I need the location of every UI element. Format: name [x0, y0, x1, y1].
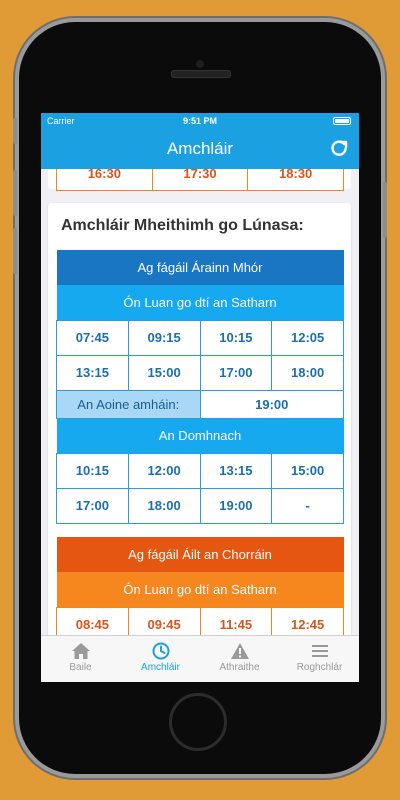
- home-button[interactable]: [169, 693, 227, 751]
- tab-bar: Baile Amchláir Athraithe Roghchlár: [41, 635, 359, 682]
- silent-switch: [13, 118, 17, 144]
- aran-sunday-label: An Domhnach: [56, 418, 344, 453]
- front-camera: [196, 60, 204, 68]
- time-cell: 09:45: [127, 606, 201, 635]
- time-cell: 15:00: [271, 452, 344, 489]
- time-cell: 18:00: [127, 487, 201, 524]
- battery-icon: [333, 117, 351, 125]
- clock-icon: [152, 642, 169, 660]
- time-cell: 18:00: [271, 354, 344, 391]
- home-icon: [71, 643, 90, 659]
- menu-icon: [311, 645, 328, 657]
- volume-down-button: [13, 228, 17, 274]
- time-cell: 16:30: [56, 169, 153, 191]
- burtonport-departures-table: Ag fágáil Áilt an Chorráin Ón Luan go dt…: [56, 537, 344, 635]
- time-cell: 17:00: [199, 354, 273, 391]
- time-cell: 17:30: [151, 169, 249, 191]
- time-cell: -: [271, 487, 344, 524]
- tab-amchlair[interactable]: Amchláir: [121, 636, 200, 682]
- time-cell: 19:00: [199, 487, 273, 524]
- volume-up-button: [13, 170, 17, 216]
- tab-athraithe[interactable]: Athraithe: [200, 636, 279, 682]
- time-cell: 11:45: [199, 606, 273, 635]
- time-cell: 10:15: [199, 319, 273, 356]
- aran-header: Ag fágáil Árainn Mhór: [56, 250, 344, 285]
- time-cell: 12:05: [271, 319, 344, 356]
- tab-label: Roghchlár: [296, 662, 343, 673]
- friday-label: An Aoine amháin:: [56, 389, 201, 419]
- previous-schedule-card: 16:30 17:30 18:30: [48, 169, 351, 191]
- burtonport-weekdays-label: Ón Luan go dtí an Satharn: [56, 572, 344, 607]
- tab-roghchlar[interactable]: Roghchlár: [280, 636, 359, 682]
- power-button: [383, 182, 387, 238]
- time-cell: 17:00: [56, 487, 129, 524]
- time-cell: 13:15: [56, 354, 129, 391]
- time-cell: 12:00: [127, 452, 201, 489]
- page-title: Amchláir: [166, 139, 234, 158]
- previous-times-table: 16:30 17:30 18:30: [56, 169, 344, 191]
- schedule-scroll-view[interactable]: 16:30 17:30 18:30 Amchláir Mheithimh go …: [41, 169, 359, 635]
- time-cell: 10:15: [56, 452, 129, 489]
- refresh-icon[interactable]: [329, 138, 349, 158]
- status-bar: Carrier 9:51 PM: [41, 113, 359, 129]
- warning-icon: [230, 643, 249, 659]
- tab-label: Athraithe: [219, 662, 260, 673]
- section-title: Amchláir Mheithimh go Lúnasa:: [61, 217, 304, 234]
- aran-departures-table: Ag fágáil Árainn Mhór Ón Luan go dtí an …: [56, 250, 344, 524]
- time-cell: 09:15: [127, 319, 201, 356]
- friday-time-cell: 19:00: [199, 389, 344, 419]
- time-cell: 07:45: [56, 319, 129, 356]
- tab-label: Baile: [69, 662, 92, 673]
- time-cell: 13:15: [199, 452, 273, 489]
- app-screen: Carrier 9:51 PM Amchláir 16:30 17:30 18:…: [41, 113, 359, 682]
- burtonport-header: Ag fágáil Áilt an Chorráin: [56, 537, 344, 572]
- tab-label: Amchláir: [141, 662, 180, 673]
- time-cell: 15:00: [127, 354, 201, 391]
- earpiece-speaker: [171, 70, 231, 78]
- time-cell: 08:45: [56, 606, 129, 635]
- time-cell: 18:30: [247, 169, 344, 191]
- aran-weekdays-label: Ón Luan go dtí an Satharn: [56, 285, 344, 320]
- time-cell: 12:45: [271, 606, 344, 635]
- tab-baile[interactable]: Baile: [41, 636, 120, 682]
- summer-schedule-card: Amchláir Mheithimh go Lúnasa: Ag fágáil …: [48, 203, 351, 635]
- nav-bar: Amchláir: [41, 129, 359, 169]
- status-time: 9:51 PM: [182, 116, 217, 126]
